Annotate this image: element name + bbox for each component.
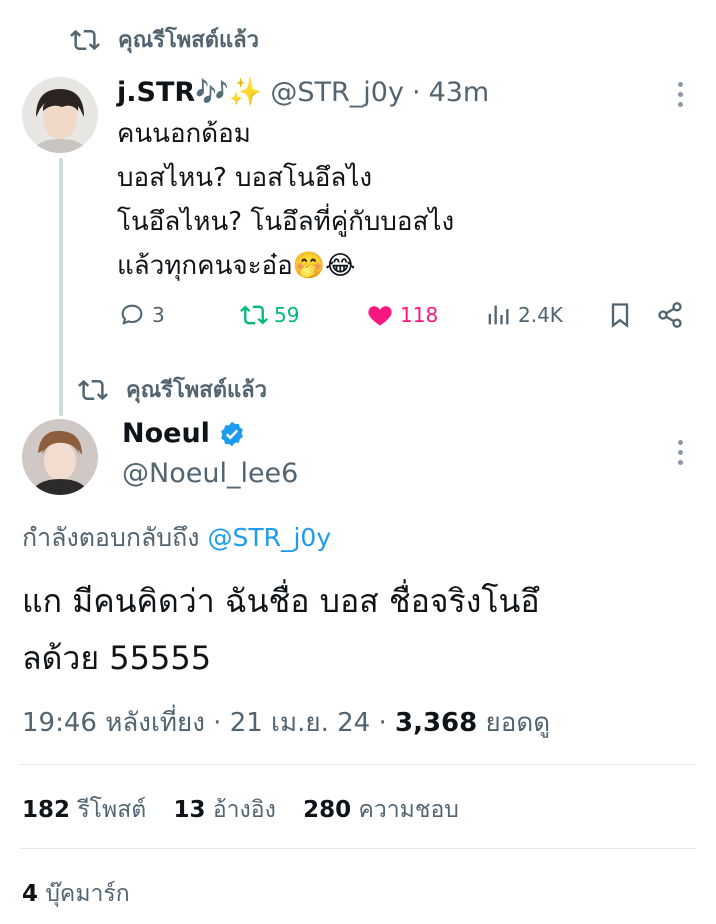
- views-count: 3,368: [395, 708, 478, 738]
- tweet-line: บอสไหน? บอสโนอึลไง: [117, 163, 373, 193]
- repost-icon: [78, 379, 108, 400]
- verified-badge-icon: [221, 421, 243, 446]
- repost-indicator: คุณรีโพสต์แล้ว: [70, 22, 259, 57]
- like-count: 118: [400, 303, 439, 327]
- tweet-header: j.STR🎶✨ @STR_j0y · 43m: [117, 76, 490, 109]
- repost-icon: [70, 29, 100, 50]
- separator-dot: ·: [411, 76, 421, 108]
- view-count: 2.4K: [518, 303, 563, 327]
- avatar[interactable]: [22, 77, 98, 153]
- tweet-line: ลด้วย 55555: [22, 639, 212, 677]
- share-button[interactable]: [656, 301, 684, 329]
- tweet-text: แก มีคนคิดว่า ฉันชื่อ บอส ชื่อจริงโนอึ ล…: [22, 573, 540, 687]
- reply-icon: [121, 304, 143, 325]
- views-label: ยอดดู: [485, 708, 551, 738]
- avatar-image: [22, 419, 98, 495]
- repost-label: คุณรีโพสต์แล้ว: [126, 378, 267, 403]
- avatar-image: [22, 77, 98, 153]
- share-icon: [658, 302, 682, 328]
- views-button[interactable]: 2.4K: [484, 301, 563, 329]
- tweet-meta: 19:46 หลังเที่ยง · 21 เม.ย. 24 · 3,368 ย…: [22, 702, 550, 743]
- repost-indicator: คุณรีโพสต์แล้ว: [78, 372, 267, 407]
- repost-button[interactable]: 59: [240, 301, 299, 329]
- repost-icon: [240, 305, 268, 325]
- engagement-stats: 182 รีโพสต์ 13 อ้างอิง 280 ความชอบ: [22, 792, 459, 828]
- repost-label: คุณรีโพสต์แล้ว: [118, 28, 259, 53]
- reply-count: 3: [152, 303, 165, 327]
- thread-line: [59, 158, 63, 416]
- display-name[interactable]: j.STR🎶✨: [117, 76, 262, 108]
- tweet-line: แก มีคนคิดว่า ฉันชื่อ บอส ชื่อจริงโนอึ: [22, 582, 540, 620]
- divider: [20, 848, 696, 849]
- tweet-actions: 3 59 118 2.4K: [118, 300, 690, 330]
- bookmarks-stat[interactable]: 4 บุ๊คมาร์ก: [22, 876, 130, 912]
- tweet-line: แล้วทุกคนจะอ๋อ🤭😂: [117, 251, 356, 281]
- more-options-icon[interactable]: [678, 440, 683, 465]
- user-handle[interactable]: @STR_j0y: [270, 77, 404, 108]
- tweet-line: คนนอกด้อม: [117, 119, 251, 149]
- tweet-line: โนอึลไหน? โนอึลที่คู่กับบอสไง: [117, 207, 455, 237]
- reply-button[interactable]: 3: [118, 301, 165, 329]
- user-handle[interactable]: @Noeul_lee6: [122, 458, 298, 489]
- like-button[interactable]: 118: [366, 301, 438, 329]
- avatar[interactable]: [22, 419, 98, 495]
- heart-icon: [368, 306, 392, 326]
- reply-to-link[interactable]: @STR_j0y: [207, 523, 331, 552]
- tweet-text: คนนอกด้อม บอสไหน? บอสโนอึลไง โนอึลไหน? โ…: [117, 112, 454, 288]
- quotes-stat[interactable]: 13 อ้างอิง: [173, 797, 275, 823]
- tweet-time[interactable]: 43m: [429, 77, 490, 108]
- tweet-timestamp[interactable]: 19:46 หลังเที่ยง · 21 เม.ย. 24 ·: [22, 708, 387, 738]
- bookmark-icon: [611, 303, 629, 328]
- likes-stat[interactable]: 280 ความชอบ: [303, 797, 459, 823]
- tweet-header: Noeul: [122, 418, 246, 449]
- more-options-icon[interactable]: [678, 82, 683, 107]
- reposts-stat[interactable]: 182 รีโพสต์: [22, 797, 146, 823]
- repost-count: 59: [274, 303, 300, 327]
- bookmark-button[interactable]: [606, 301, 634, 329]
- display-name[interactable]: Noeul: [122, 418, 210, 449]
- reply-prefix: กำลังตอบกลับถึง: [22, 523, 200, 552]
- reply-context: กำลังตอบกลับถึง @STR_j0y: [22, 518, 331, 558]
- analytics-icon: [488, 305, 509, 325]
- divider: [20, 764, 696, 765]
